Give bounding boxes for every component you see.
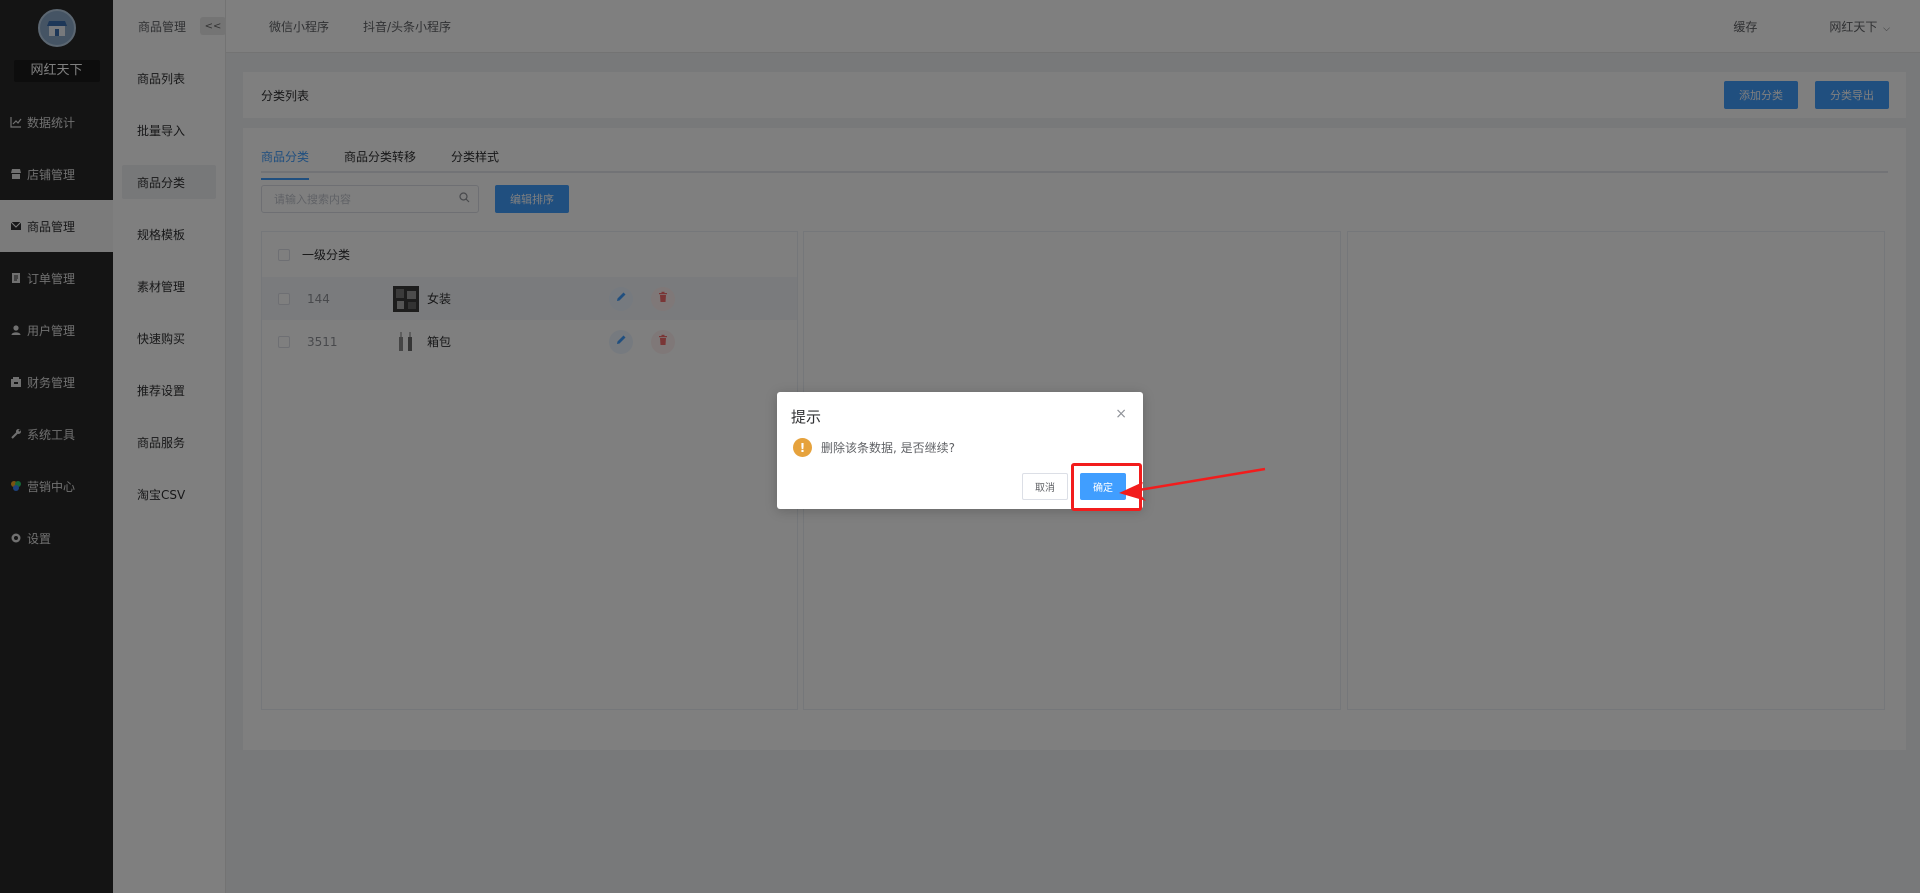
- dialog-message: ! 删除该条数据, 是否继续?: [793, 438, 955, 457]
- cancel-button[interactable]: 取消: [1022, 473, 1068, 500]
- close-icon[interactable]: ×: [1115, 406, 1127, 422]
- dialog-message-text: 删除该条数据, 是否继续?: [821, 441, 955, 455]
- warning-icon: !: [793, 438, 812, 457]
- highlight-box: [1071, 463, 1142, 511]
- dialog-title: 提示: [791, 408, 822, 426]
